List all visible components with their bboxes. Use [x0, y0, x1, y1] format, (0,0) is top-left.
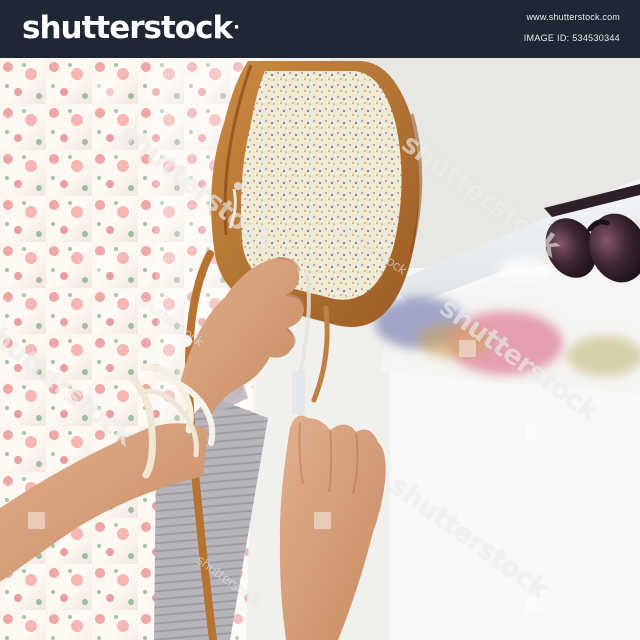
photo-svg: [0, 58, 640, 640]
blurred-hanger-item: [499, 257, 551, 279]
page: shutterstock· www.shutterstock.com IMAGE…: [0, 0, 640, 640]
brand-logo: shutterstock·: [22, 10, 240, 46]
site-url: www.shutterstock.com: [526, 12, 620, 22]
watermark-square-icon: [526, 424, 543, 441]
watermark-square-icon: [97, 255, 114, 272]
photo: [0, 58, 640, 640]
header-meta: www.shutterstock.com IMAGE ID: 534530344: [524, 10, 620, 45]
blurred-beige-item: [567, 336, 640, 376]
watermark-square-icon: [459, 340, 476, 357]
brand-mark: ·: [233, 17, 240, 38]
bracelet-charm-icon: [180, 335, 192, 347]
handbag-zipper-pull-icon: [234, 182, 242, 190]
brand-wordmark: shutterstock: [22, 10, 233, 46]
watermark-square-icon: [97, 80, 114, 97]
watermark-square-icon: [314, 512, 331, 529]
watermark-square-icon: [526, 597, 543, 614]
blurred-gold-item: [417, 323, 493, 359]
top-bar: shutterstock· www.shutterstock.com IMAGE…: [0, 0, 640, 58]
watermark-square-icon: [28, 512, 45, 529]
image-id: IMAGE ID: 534530344: [523, 33, 620, 43]
handbag-tag-icon: [292, 371, 305, 415]
